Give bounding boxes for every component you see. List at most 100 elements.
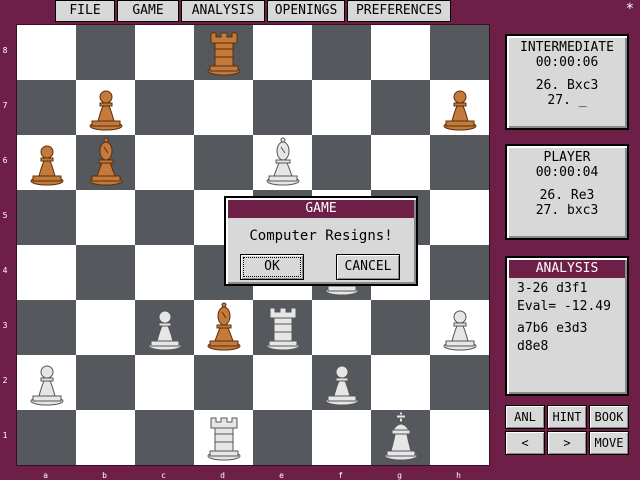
square-e8[interactable] xyxy=(253,25,312,80)
close-icon[interactable]: * xyxy=(626,1,634,17)
square-c5[interactable] xyxy=(135,190,194,245)
square-f2[interactable] xyxy=(312,355,371,410)
player-clock: 00:00:04 xyxy=(535,165,599,180)
rank-label-3: 3 xyxy=(2,321,8,330)
square-a3[interactable] xyxy=(17,300,76,355)
square-f6[interactable] xyxy=(312,135,371,190)
white-pawn-icon[interactable] xyxy=(319,355,365,411)
square-b8[interactable] xyxy=(76,25,135,80)
file-label-g: g xyxy=(397,471,402,480)
menu-bar: FILE GAME ANALYSIS OPENINGS PREFERENCES xyxy=(55,0,453,22)
square-h6[interactable] xyxy=(430,135,489,190)
square-g7[interactable] xyxy=(371,80,430,135)
menu-file[interactable]: FILE xyxy=(55,0,115,22)
rank-label-2: 2 xyxy=(2,376,8,385)
brown-bishop-icon[interactable] xyxy=(83,135,129,191)
player-panel: PLAYER 00:00:04 26. Re3 27. bxc3 xyxy=(505,144,629,240)
player-name: PLAYER xyxy=(543,150,591,165)
square-c6[interactable] xyxy=(135,135,194,190)
square-e3[interactable] xyxy=(253,300,312,355)
white-rook-icon[interactable] xyxy=(260,300,306,356)
square-c8[interactable] xyxy=(135,25,194,80)
square-h8[interactable] xyxy=(430,25,489,80)
menu-preferences[interactable]: PREFERENCES xyxy=(347,0,451,22)
square-f7[interactable] xyxy=(312,80,371,135)
square-g2[interactable] xyxy=(371,355,430,410)
square-b6[interactable] xyxy=(76,135,135,190)
square-b1[interactable] xyxy=(76,410,135,465)
white-pawn-icon[interactable] xyxy=(437,300,483,356)
menu-game[interactable]: GAME xyxy=(117,0,179,22)
square-c7[interactable] xyxy=(135,80,194,135)
square-e7[interactable] xyxy=(253,80,312,135)
analysis-title: ANALYSIS xyxy=(509,260,625,278)
cancel-button[interactable]: CANCEL xyxy=(336,254,400,280)
square-h4[interactable] xyxy=(430,245,489,300)
square-g3[interactable] xyxy=(371,300,430,355)
square-h3[interactable] xyxy=(430,300,489,355)
hint-button[interactable]: HINT xyxy=(547,405,587,429)
file-label-b: b xyxy=(102,471,107,480)
square-a5[interactable] xyxy=(17,190,76,245)
square-b2[interactable] xyxy=(76,355,135,410)
square-h5[interactable] xyxy=(430,190,489,245)
square-h2[interactable] xyxy=(430,355,489,410)
square-f3[interactable] xyxy=(312,300,371,355)
square-g8[interactable] xyxy=(371,25,430,80)
square-b4[interactable] xyxy=(76,245,135,300)
square-d1[interactable] xyxy=(194,410,253,465)
book-button[interactable]: BOOK xyxy=(589,405,629,429)
menu-analysis[interactable]: ANALYSIS xyxy=(181,0,265,22)
square-a8[interactable] xyxy=(17,25,76,80)
computer-move-27: 27. _ xyxy=(547,93,587,108)
analysis-depth: 3-26 d3f1 xyxy=(517,281,588,296)
rank-label-6: 6 xyxy=(2,156,8,165)
square-e2[interactable] xyxy=(253,355,312,410)
square-d3[interactable] xyxy=(194,300,253,355)
square-d7[interactable] xyxy=(194,80,253,135)
anl-button[interactable]: ANL xyxy=(505,405,545,429)
file-label-f: f xyxy=(338,471,343,480)
square-d2[interactable] xyxy=(194,355,253,410)
dialog-title: GAME xyxy=(228,200,414,218)
square-f8[interactable] xyxy=(312,25,371,80)
menu-openings[interactable]: OPENINGS xyxy=(267,0,345,22)
square-b5[interactable] xyxy=(76,190,135,245)
square-a2[interactable] xyxy=(17,355,76,410)
move-button[interactable]: MOVE xyxy=(589,431,629,455)
square-d6[interactable] xyxy=(194,135,253,190)
white-pawn-icon[interactable] xyxy=(24,355,70,411)
square-g1[interactable] xyxy=(371,410,430,465)
brown-pawn-icon[interactable] xyxy=(437,80,483,136)
white-king-icon[interactable] xyxy=(378,410,424,466)
square-c2[interactable] xyxy=(135,355,194,410)
brown-bishop-icon[interactable] xyxy=(201,300,247,356)
square-d8[interactable] xyxy=(194,25,253,80)
square-c4[interactable] xyxy=(135,245,194,300)
file-label-a: a xyxy=(43,471,48,480)
white-bishop-icon[interactable] xyxy=(260,135,306,191)
square-e6[interactable] xyxy=(253,135,312,190)
square-a1[interactable] xyxy=(17,410,76,465)
back-button[interactable]: < xyxy=(505,431,545,455)
ok-button[interactable]: OK xyxy=(240,254,304,280)
white-pawn-icon[interactable] xyxy=(142,300,188,356)
resign-dialog: GAME Computer Resigns! OK CANCEL xyxy=(224,196,418,286)
forward-button[interactable]: > xyxy=(547,431,587,455)
square-e1[interactable] xyxy=(253,410,312,465)
brown-pawn-icon[interactable] xyxy=(83,80,129,136)
square-b7[interactable] xyxy=(76,80,135,135)
square-a4[interactable] xyxy=(17,245,76,300)
square-g6[interactable] xyxy=(371,135,430,190)
square-b3[interactable] xyxy=(76,300,135,355)
square-a6[interactable] xyxy=(17,135,76,190)
brown-rook-icon[interactable] xyxy=(201,25,247,81)
square-f1[interactable] xyxy=(312,410,371,465)
brown-pawn-icon[interactable] xyxy=(24,135,70,191)
square-h7[interactable] xyxy=(430,80,489,135)
white-rook-icon[interactable] xyxy=(201,410,247,466)
square-a7[interactable] xyxy=(17,80,76,135)
square-c1[interactable] xyxy=(135,410,194,465)
square-h1[interactable] xyxy=(430,410,489,465)
square-c3[interactable] xyxy=(135,300,194,355)
